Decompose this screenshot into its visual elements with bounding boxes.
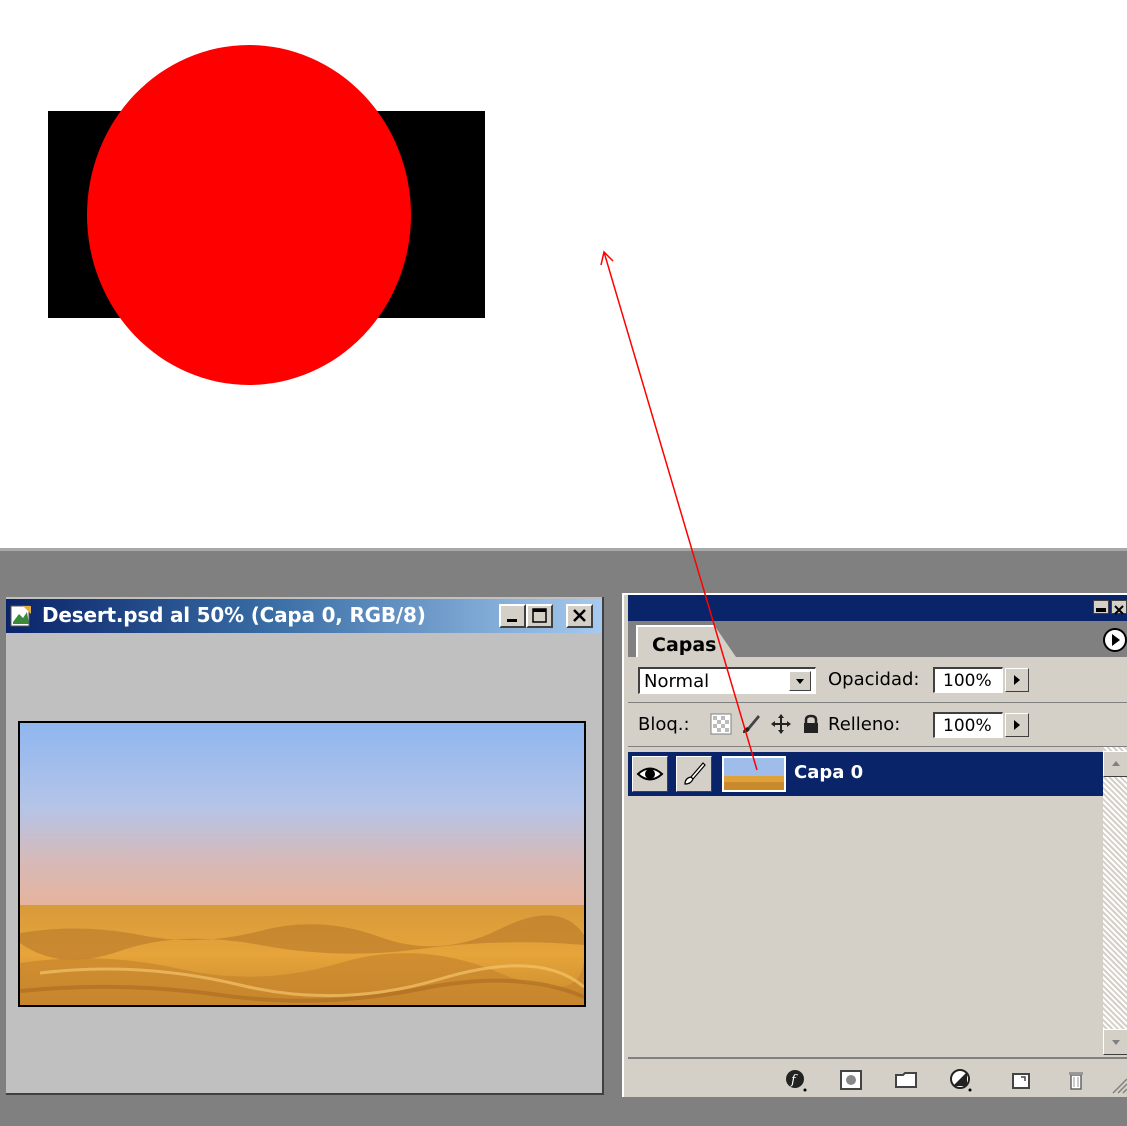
panel-footer: f — [628, 1057, 1127, 1097]
chevron-down-icon — [1112, 1040, 1120, 1045]
tab-capas-label: Capas — [652, 634, 717, 656]
fill-value: 100% — [943, 716, 992, 736]
layer-thumbnail-image — [724, 758, 784, 790]
blend-mode-select[interactable]: Normal — [638, 667, 816, 694]
minimize-icon — [1096, 608, 1106, 612]
lock-pixels-brush-icon[interactable] — [740, 713, 762, 735]
document-window: Desert.psd al 50% (Capa 0, RGB/8) — [6, 597, 604, 1095]
photoshop-workspace: Desert.psd al 50% (Capa 0, RGB/8) Capas … — [0, 548, 1127, 1126]
layer-mask-icon[interactable] — [838, 1067, 864, 1093]
photoshop-document-icon — [10, 605, 31, 627]
illustration-area — [0, 0, 1127, 548]
layer-list: Capa 0 — [628, 747, 1103, 1055]
close-button[interactable] — [566, 604, 593, 628]
layer-edit-toggle[interactable] — [676, 756, 712, 792]
close-icon — [1114, 605, 1124, 615]
adjustment-layer-icon[interactable] — [948, 1067, 974, 1093]
panel-titlebar[interactable] — [628, 595, 1127, 621]
fill-label: Relleno: — [828, 714, 901, 735]
blend-mode-value: Normal — [644, 671, 710, 692]
close-icon — [573, 609, 586, 622]
triangle-right-icon — [1014, 720, 1020, 730]
opacity-field[interactable]: 100% — [933, 667, 1003, 693]
layer-thumbnail[interactable] — [722, 756, 786, 792]
opacity-value: 100% — [943, 671, 992, 691]
layer-row[interactable]: Capa 0 — [628, 752, 1103, 796]
new-group-icon[interactable] — [893, 1067, 919, 1093]
fill-field[interactable]: 100% — [933, 712, 1003, 738]
panel-menu-button[interactable] — [1103, 628, 1127, 652]
lock-position-move-icon[interactable] — [770, 713, 792, 735]
layer-list-scrollbar[interactable] — [1103, 747, 1127, 1055]
opacity-label: Opacidad: — [828, 669, 920, 690]
document-title: Desert.psd al 50% (Capa 0, RGB/8) — [42, 603, 426, 627]
new-layer-icon[interactable] — [1008, 1067, 1034, 1093]
layer-style-icon[interactable]: f — [783, 1067, 809, 1093]
opacity-slider-button[interactable] — [1005, 668, 1029, 692]
lock-row: Bloq.: Relleno: 100% — [628, 703, 1127, 747]
lock-transparency-icon[interactable] — [710, 713, 732, 735]
resize-grip-icon[interactable] — [1109, 1075, 1127, 1095]
panel-close-button[interactable] — [1111, 600, 1127, 615]
blend-row: Normal Opacidad: 100% — [628, 657, 1127, 703]
panel-tab-strip: Capas — [628, 621, 1127, 657]
scroll-up-button[interactable] — [1103, 751, 1127, 777]
red-circle — [87, 45, 411, 385]
desert-image — [20, 723, 584, 1005]
layer-visibility-toggle[interactable] — [632, 756, 668, 792]
layers-panel: Capas Normal Opacidad: 100% Bloq.: Relle… — [622, 593, 1127, 1097]
maximize-icon — [532, 608, 547, 623]
layer-name: Capa 0 — [794, 762, 864, 783]
maximize-button[interactable] — [526, 604, 553, 628]
document-titlebar[interactable]: Desert.psd al 50% (Capa 0, RGB/8) — [6, 599, 602, 633]
fill-slider-button[interactable] — [1005, 713, 1029, 737]
play-arrow-icon — [1112, 634, 1120, 646]
tab-capas[interactable]: Capas — [636, 625, 736, 657]
minimize-button[interactable] — [499, 604, 526, 628]
eye-icon — [636, 767, 664, 781]
panel-minimize-button[interactable] — [1093, 600, 1109, 614]
triangle-right-icon — [1014, 675, 1020, 685]
scroll-down-button[interactable] — [1103, 1029, 1127, 1055]
document-canvas[interactable] — [18, 721, 586, 1007]
chevron-up-icon — [1112, 761, 1120, 766]
dropdown-arrow-button[interactable] — [789, 671, 811, 691]
lock-label: Bloq.: — [638, 714, 690, 735]
minimize-icon — [507, 619, 517, 622]
chevron-down-icon — [796, 679, 804, 684]
trash-icon[interactable] — [1063, 1067, 1089, 1093]
brush-icon — [684, 762, 706, 785]
lock-all-icon[interactable] — [800, 713, 822, 735]
